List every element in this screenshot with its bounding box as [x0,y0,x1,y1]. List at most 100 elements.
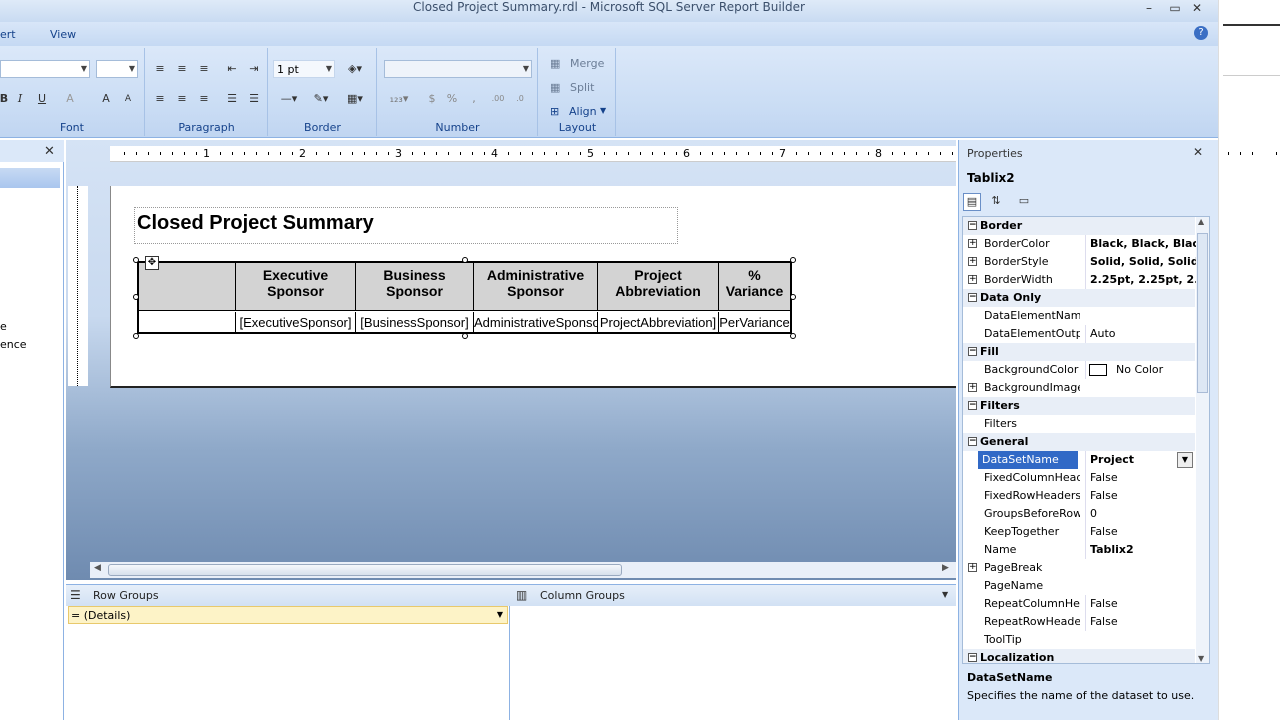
resize-handle[interactable] [790,294,796,300]
details-group[interactable]: = (Details) ▼ [68,606,508,624]
header-cell[interactable]: Administrative Sponsor [474,263,598,311]
split-button[interactable]: Split [570,81,594,94]
percent-icon[interactable]: % [442,90,462,108]
italic-button[interactable]: I [10,90,30,108]
collapse-icon[interactable]: − [968,293,977,302]
header-cell[interactable] [139,263,236,311]
property-value[interactable]: False [1085,595,1197,613]
fill-color-icon[interactable]: ◈▾ [341,60,369,78]
expand-icon[interactable]: + [968,257,977,266]
property-row[interactable]: PageName [963,577,1195,595]
align-center-icon[interactable]: ≡ [172,90,192,108]
panel-item[interactable]: e [0,320,7,333]
property-row[interactable]: Name Tablix2 [963,541,1195,559]
property-row[interactable]: GroupsBeforeRow 0 [963,505,1195,523]
font-size-select[interactable]: ▼ [96,60,138,78]
font-color-icon[interactable]: A [60,90,80,108]
header-cell[interactable]: Business Sponsor [356,263,474,311]
property-value[interactable]: 2.25pt, 2.25pt, 2.25pt, [1085,271,1197,289]
expand-icon[interactable]: + [968,239,977,248]
increase-decimal-icon[interactable]: .00 [488,90,508,108]
detail-cell[interactable] [139,312,236,334]
property-row[interactable]: RepeatColumnHea False [963,595,1195,613]
bullets-icon[interactable]: ☰ [222,90,242,108]
close-window-button[interactable]: ✕ [1186,0,1208,16]
property-value[interactable]: Solid, Solid, Solid, Sol [1085,253,1197,271]
font-name-select[interactable]: ▼ [0,60,90,78]
property-category[interactable]: − Fill [963,343,1195,361]
resize-handle[interactable] [133,257,139,263]
decrease-decimal-icon[interactable]: .0 [510,90,530,108]
property-row[interactable]: DataSetName Project ▼ [963,451,1195,469]
detail-cell[interactable]: ProjectAbbreviation] [598,312,719,334]
close-panel-icon[interactable]: ✕ [44,144,55,159]
resize-handle[interactable] [462,257,468,263]
property-pages-icon[interactable]: ▭ [1015,193,1033,211]
property-value[interactable]: Black, Black, Black, Bla [1085,235,1197,253]
property-category[interactable]: − Border [963,217,1195,235]
property-value[interactable]: False [1085,469,1197,487]
properties-scrollbar[interactable]: ▲ ▼ [1196,217,1209,663]
property-row[interactable]: + BorderWidth 2.25pt, 2.25pt, 2.25pt, [963,271,1197,289]
expand-icon[interactable]: + [968,275,977,284]
alphabetical-icon[interactable]: ⇅ [987,193,1005,211]
move-handle-icon[interactable]: ✥ [145,256,159,270]
detail-cell[interactable]: PerVariance [719,312,790,334]
underline-button[interactable]: U [32,90,52,108]
borders-icon[interactable]: ▦▾ [341,90,369,108]
resize-handle[interactable] [462,333,468,339]
line-style-icon[interactable]: —▾ [275,90,303,108]
property-value[interactable]: Auto [1085,325,1197,343]
property-category[interactable]: − Filters [963,397,1195,415]
resize-handle[interactable] [133,294,139,300]
merge-button[interactable]: Merge [570,57,604,70]
property-value[interactable]: False [1085,523,1197,541]
increase-indent-icon[interactable]: ⇥ [244,60,264,78]
property-category[interactable]: − Data Only [963,289,1195,307]
resize-handle[interactable] [790,333,796,339]
align-button[interactable]: Align [569,105,597,118]
maximize-button[interactable]: ▭ [1164,0,1186,16]
line-color-icon[interactable]: ✎▾ [307,90,335,108]
expand-icon[interactable]: + [968,383,977,392]
property-row[interactable]: Filters [963,415,1195,433]
collapse-icon[interactable]: − [968,221,977,230]
comma-icon[interactable]: , [464,90,484,108]
align-middle-icon[interactable]: ≡ [172,60,192,78]
help-icon[interactable]: ? [1194,26,1208,40]
horizontal-scrollbar[interactable]: ◀ ▶ [90,562,956,578]
property-value[interactable]: No Color [1085,361,1197,379]
placeholder-icon[interactable]: ₁₂₃▾ [384,90,414,108]
property-row[interactable]: + BorderStyle Solid, Solid, Solid, Sol [963,253,1197,271]
header-cell[interactable]: Project Abbreviation [598,263,719,311]
property-row[interactable]: + BorderColor Black, Black, Black, Bla [963,235,1197,253]
property-row[interactable]: FixedRowHeaders False [963,487,1195,505]
panel-item[interactable]: ence [0,338,27,351]
details-dropdown-icon[interactable]: ▼ [497,610,503,619]
property-row[interactable]: ToolTip [963,631,1195,649]
resize-handle[interactable] [133,333,139,339]
align-top-icon[interactable]: ≡ [150,60,170,78]
align-right-icon[interactable]: ≡ [194,90,214,108]
property-row[interactable]: FixedColumnHeade False [963,469,1195,487]
detail-cell[interactable]: [BusinessSponsor] [356,312,474,334]
property-row[interactable]: BackgroundColor No Color [963,361,1195,379]
header-cell[interactable]: Executive Sponsor [236,263,356,311]
align-left-icon[interactable]: ≡ [150,90,170,108]
groups-dropdown-icon[interactable]: ▼ [942,590,948,599]
properties-scroll-thumb[interactable] [1197,233,1208,393]
property-value[interactable]: False [1085,487,1197,505]
property-row[interactable]: + BackgroundImage [963,379,1195,397]
scroll-right-icon[interactable]: ▶ [942,563,949,573]
scroll-left-icon[interactable]: ◀ [94,563,101,573]
collapse-icon[interactable]: − [968,347,977,356]
border-width-select[interactable]: 1 pt ▼ [273,60,335,78]
tab-view[interactable]: View [50,28,76,41]
scrollbar-thumb[interactable] [108,564,622,576]
currency-icon[interactable]: $ [422,90,442,108]
header-cell[interactable]: % Variance [719,263,790,311]
property-value[interactable]: False [1085,613,1197,631]
align-dropdown-icon[interactable]: ▼ [600,106,606,115]
detail-cell[interactable]: [ExecutiveSponsor] [236,312,356,334]
categorized-icon[interactable]: ▤ [963,193,981,211]
